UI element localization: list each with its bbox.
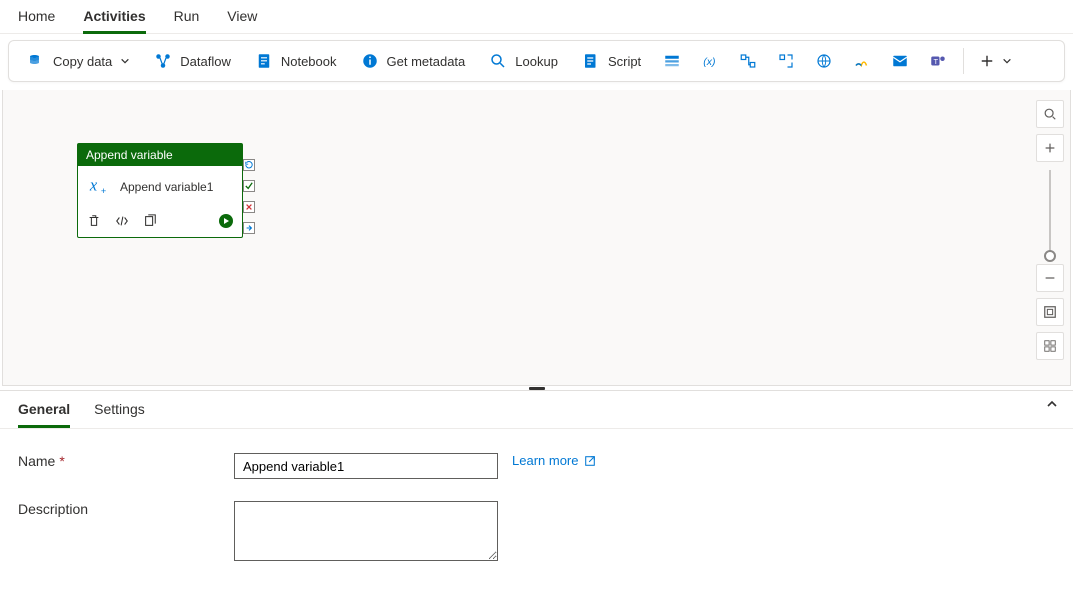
set-variable-icon[interactable]: (x) — [693, 46, 727, 76]
collapse-panel-icon[interactable] — [1045, 397, 1059, 414]
notebook-button[interactable]: Notebook — [245, 46, 347, 76]
copy-data-label: Copy data — [53, 54, 112, 69]
teams-icon[interactable]: T — [921, 46, 955, 76]
properties-panel: General Settings Name * Learn more Descr… — [0, 390, 1073, 607]
port-skip-icon[interactable] — [243, 159, 255, 171]
search-icon — [489, 52, 507, 70]
get-metadata-label: Get metadata — [387, 54, 466, 69]
tab-activities[interactable]: Activities — [83, 6, 145, 34]
web-activity-icon[interactable] — [807, 46, 841, 76]
ribbon-container: Copy data Dataflow Notebook Get metadata — [0, 34, 1073, 90]
run-arrow-icon[interactable] — [218, 213, 234, 229]
chevron-down-icon — [120, 56, 130, 66]
variable-x-icon: x+ — [88, 174, 110, 199]
name-label: Name * — [18, 453, 234, 469]
script-label: Script — [608, 54, 641, 69]
info-icon — [361, 52, 379, 70]
chevron-down-icon — [1002, 56, 1012, 66]
script-button[interactable]: Script — [572, 46, 651, 76]
tab-view[interactable]: View — [227, 6, 257, 31]
clone-icon[interactable] — [142, 213, 158, 229]
azure-function-icon[interactable] — [655, 46, 689, 76]
lookup-label: Lookup — [515, 54, 558, 69]
fit-to-screen-icon[interactable] — [1036, 298, 1064, 326]
port-success-icon[interactable] — [243, 180, 255, 192]
zoom-in-icon[interactable] — [1036, 134, 1064, 162]
zoom-slider-knob[interactable] — [1044, 250, 1056, 262]
ribbon: Copy data Dataflow Notebook Get metadata — [8, 40, 1065, 82]
name-input[interactable] — [234, 453, 498, 479]
description-label: Description — [18, 501, 234, 517]
tab-run[interactable]: Run — [174, 6, 200, 31]
pipeline-canvas[interactable]: Append variable x+ Append variable1 — [2, 90, 1071, 386]
dataflow-button[interactable]: Dataflow — [144, 46, 241, 76]
copy-data-button[interactable]: Copy data — [17, 46, 140, 76]
tab-general[interactable]: General — [18, 397, 70, 428]
svg-text:+: + — [101, 186, 106, 196]
stored-procedure-icon[interactable] — [769, 46, 803, 76]
add-activity-button[interactable] — [972, 48, 1020, 74]
external-link-icon — [584, 455, 596, 467]
minimap-icon[interactable] — [1036, 332, 1064, 360]
svg-text:(x): (x) — [703, 56, 715, 68]
tab-settings[interactable]: Settings — [94, 397, 145, 428]
general-form: Name * Learn more Description — [0, 429, 1073, 607]
activity-type-header: Append variable — [78, 144, 242, 166]
canvas-search-icon[interactable] — [1036, 100, 1064, 128]
tab-home[interactable]: Home — [18, 6, 55, 31]
notebook-label: Notebook — [281, 54, 337, 69]
activity-footer — [78, 207, 242, 237]
activity-name-label: Append variable1 — [120, 180, 213, 194]
notebook-icon — [255, 52, 273, 70]
invoke-pipeline-icon[interactable] — [731, 46, 765, 76]
copy-data-icon — [27, 52, 45, 70]
code-icon[interactable] — [114, 213, 130, 229]
activity-node[interactable]: Append variable x+ Append variable1 — [77, 143, 243, 238]
description-textarea[interactable] — [234, 501, 498, 561]
zoom-slider[interactable] — [1049, 170, 1051, 256]
dataflow-icon — [154, 52, 172, 70]
script-icon — [582, 52, 600, 70]
main-menu-tabs: Home Activities Run View — [0, 0, 1073, 34]
activity-body: x+ Append variable1 — [78, 166, 242, 207]
dataflow-label: Dataflow — [180, 54, 231, 69]
zoom-out-icon[interactable] — [1036, 264, 1064, 292]
get-metadata-button[interactable]: Get metadata — [351, 46, 476, 76]
port-failure-icon[interactable] — [243, 201, 255, 213]
outlook-icon[interactable] — [883, 46, 917, 76]
lookup-button[interactable]: Lookup — [479, 46, 568, 76]
canvas-controls — [1036, 100, 1064, 360]
plus-icon — [980, 54, 994, 68]
learn-more-link[interactable]: Learn more — [512, 453, 596, 468]
ribbon-separator — [963, 48, 964, 74]
port-completion-icon[interactable] — [243, 222, 255, 234]
svg-text:T: T — [934, 57, 939, 66]
delete-icon[interactable] — [86, 213, 102, 229]
kql-activity-icon[interactable] — [845, 46, 879, 76]
svg-text:x: x — [89, 176, 98, 195]
properties-tabs: General Settings — [0, 391, 1073, 429]
